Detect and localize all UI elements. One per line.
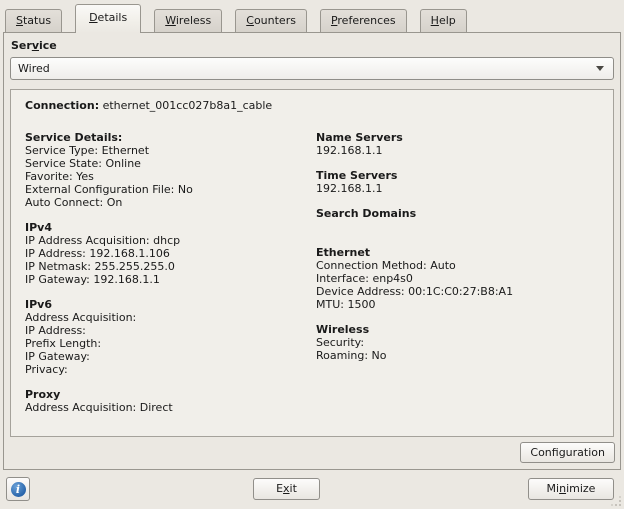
detail-line: Privacy:: [25, 363, 316, 376]
connection-line: Connection: ethernet_001cc027b8a1_cable: [25, 99, 599, 112]
detail-line: IP Address Acquisition: dhcp: [25, 234, 316, 247]
service-label: Service: [11, 39, 57, 52]
section-title: Name Servers: [316, 131, 599, 144]
section-title: Wireless: [316, 323, 599, 336]
details-left-column: Service Details: Service Type: Ethernet …: [25, 131, 316, 426]
section-title: Proxy: [25, 388, 316, 401]
resize-grip[interactable]: [609, 494, 622, 507]
connection-value: ethernet_001cc027b8a1_cable: [103, 99, 273, 112]
detail-line: Device Address: 00:1C:C0:27:B8:A1: [316, 285, 599, 298]
section-ipv4: IPv4 IP Address Acquisition: dhcp IP Add…: [25, 221, 316, 286]
exit-button[interactable]: Exit: [253, 478, 320, 500]
service-combobox-value: Wired: [18, 62, 596, 75]
info-button[interactable]: i: [6, 477, 30, 501]
detail-line: Address Acquisition:: [25, 311, 316, 324]
service-combobox[interactable]: Wired: [10, 57, 614, 80]
section-title: IPv6: [25, 298, 316, 311]
section-title: Ethernet: [316, 246, 599, 259]
detail-line: Address Acquisition: Direct: [25, 401, 316, 414]
section-title: Time Servers: [316, 169, 599, 182]
section-proxy: Proxy Address Acquisition: Direct: [25, 388, 316, 414]
detail-line: Interface: enp4s0: [316, 272, 599, 285]
detail-line: IP Address: 192.168.1.106: [25, 247, 316, 260]
section-title: IPv4: [25, 221, 316, 234]
service-details-panel: Connection: ethernet_001cc027b8a1_cable …: [10, 89, 614, 437]
chevron-down-icon: [596, 66, 604, 71]
section-title: Service Details:: [25, 131, 316, 144]
configuration-button[interactable]: Configuration: [520, 442, 615, 463]
detail-line: Favorite: Yes: [25, 170, 316, 183]
info-icon: i: [11, 482, 26, 497]
detail-line: 192.168.1.1: [316, 182, 599, 195]
section-wireless: Wireless Security: Roaming: No: [316, 323, 599, 362]
detail-line: Service Type: Ethernet: [25, 144, 316, 157]
detail-line: 192.168.1.1: [316, 144, 599, 157]
detail-line: External Configuration File: No: [25, 183, 316, 196]
detail-line: Roaming: No: [316, 349, 599, 362]
section-title: Search Domains: [316, 207, 599, 220]
section-ethernet: Ethernet Connection Method: Auto Interfa…: [316, 246, 599, 311]
section-ipv6: IPv6 Address Acquisition: IP Address: Pr…: [25, 298, 316, 376]
tab-preferences[interactable]: Preferences: [320, 9, 407, 32]
tab-details[interactable]: Details: [75, 4, 141, 33]
tab-bar: Status Details Wireless Counters Prefere…: [5, 4, 480, 33]
detail-line: Connection Method: Auto: [316, 259, 599, 272]
tab-counters[interactable]: Counters: [235, 9, 307, 32]
detail-line: IP Netmask: 255.255.255.0: [25, 260, 316, 273]
tab-wireless[interactable]: Wireless: [154, 9, 222, 32]
section-search-domains: Search Domains: [316, 207, 599, 220]
detail-line: IP Gateway:: [25, 350, 316, 363]
detail-line: Auto Connect: On: [25, 196, 316, 209]
connman-settings-window: Status Details Wireless Counters Prefere…: [0, 0, 624, 509]
connection-label: Connection:: [25, 99, 99, 112]
details-right-column: Name Servers 192.168.1.1 Time Servers 19…: [316, 131, 599, 426]
detail-line: Security:: [316, 336, 599, 349]
minimize-button[interactable]: Minimize: [528, 478, 614, 500]
detail-line: MTU: 1500: [316, 298, 599, 311]
detail-line: IP Address:: [25, 324, 316, 337]
detail-line: Service State: Online: [25, 157, 316, 170]
detail-line: Prefix Length:: [25, 337, 316, 350]
detail-line: IP Gateway: 192.168.1.1: [25, 273, 316, 286]
tab-help[interactable]: Help: [420, 9, 467, 32]
section-name-servers: Name Servers 192.168.1.1: [316, 131, 599, 157]
section-service-details: Service Details: Service Type: Ethernet …: [25, 131, 316, 209]
section-time-servers: Time Servers 192.168.1.1: [316, 169, 599, 195]
tab-status[interactable]: Status: [5, 9, 62, 32]
